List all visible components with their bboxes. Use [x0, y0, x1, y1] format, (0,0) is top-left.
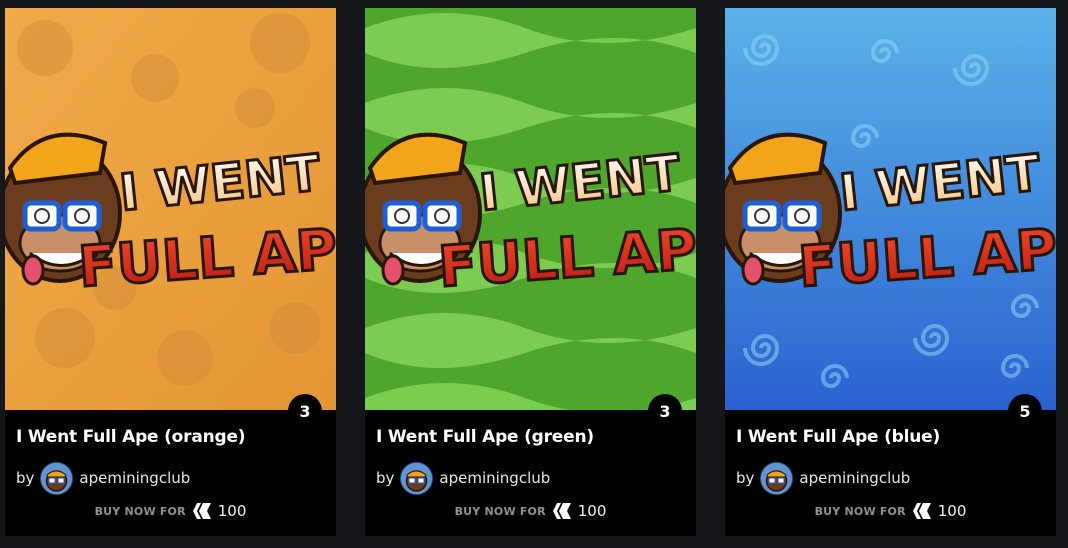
buy-now-label: BUY NOW FOR	[814, 504, 906, 518]
edition-count: 3	[659, 401, 671, 421]
edition-count-badge: 5	[1008, 394, 1042, 428]
creator-avatar[interactable]	[760, 461, 794, 495]
nft-card-green[interactable]: I WENT FULL APE 3 I Went Full Ape (green…	[365, 8, 696, 536]
price-value: 100	[577, 502, 607, 520]
by-label: by	[376, 469, 395, 487]
edition-count-badge: 3	[648, 394, 682, 428]
creator-avatar[interactable]	[400, 461, 434, 495]
buy-now-label: BUY NOW FOR	[94, 504, 186, 518]
creator-name-link[interactable]: apeminingclub	[79, 469, 190, 487]
buy-now-row[interactable]: BUY NOW FOR 100	[365, 500, 696, 522]
card-artwork[interactable]: I WENT FULL APE	[725, 8, 1056, 410]
hive-currency-icon	[912, 503, 931, 519]
edition-count: 5	[1019, 401, 1031, 421]
price-value: 100	[937, 502, 967, 520]
price-value: 100	[217, 502, 247, 520]
buy-now-row[interactable]: BUY NOW FOR 100	[725, 500, 1056, 522]
buy-now-label: BUY NOW FOR	[454, 504, 546, 518]
by-label: by	[736, 469, 755, 487]
buy-now-row[interactable]: BUY NOW FOR 100	[5, 500, 336, 522]
edition-count: 3	[299, 401, 311, 421]
card-title[interactable]: I Went Full Ape (green)	[376, 427, 594, 447]
nft-card-blue[interactable]: I WENT FULL APE 5 I Went Full Ape (blue)…	[725, 8, 1056, 536]
hive-currency-icon	[552, 503, 571, 519]
creator-name-link[interactable]: apeminingclub	[439, 469, 550, 487]
nft-card-grid: I WENT FULL APE 3 I Went Full Ape (orang…	[0, 0, 1068, 548]
card-title[interactable]: I Went Full Ape (orange)	[16, 427, 246, 447]
creator-row: by apeminingclub	[736, 461, 910, 495]
creator-row: by apeminingclub	[16, 461, 190, 495]
by-label: by	[16, 469, 35, 487]
nft-card-orange[interactable]: I WENT FULL APE 3 I Went Full Ape (orang…	[5, 8, 336, 536]
card-artwork[interactable]: I WENT FULL APE	[5, 8, 336, 410]
creator-name-link[interactable]: apeminingclub	[799, 469, 910, 487]
creator-avatar[interactable]	[40, 461, 74, 495]
edition-count-badge: 3	[288, 394, 322, 428]
creator-row: by apeminingclub	[376, 461, 550, 495]
card-artwork[interactable]: I WENT FULL APE	[365, 8, 696, 410]
hive-currency-icon	[192, 503, 211, 519]
card-title[interactable]: I Went Full Ape (blue)	[736, 427, 940, 447]
